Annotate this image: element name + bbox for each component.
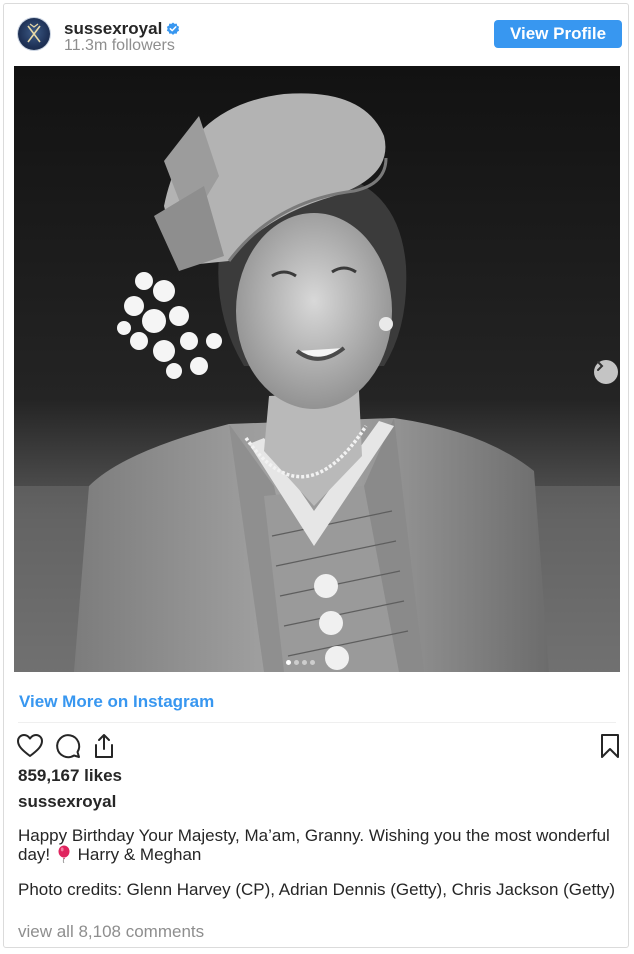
balloon-icon [58,845,70,863]
carousel-dot [302,660,307,665]
bookmark-icon[interactable] [596,732,624,760]
chevron-right-icon [597,361,604,371]
like-count[interactable]: 859,167 likes [18,766,122,786]
carousel-dot [310,660,315,665]
view-profile-button[interactable]: View Profile [494,20,622,48]
post-image[interactable] [14,66,620,672]
caption-text: Happy Birthday Your Majesty, Ma’am, Gran… [18,826,614,864]
verified-badge-icon [167,22,180,35]
caption-username[interactable]: sussexroyal [18,792,116,812]
carousel-next-button[interactable] [594,360,618,384]
share-icon[interactable] [90,732,118,760]
photo-credits: Photo credits: Glenn Harvey (CP), Adrian… [18,880,616,899]
comment-icon[interactable] [54,732,82,760]
carousel-dot [294,660,299,665]
profile-username[interactable]: sussexroyal [64,19,162,39]
caption-text-part2: Harry & Meghan [72,845,202,864]
instagram-embed-card: sussexroyal 11.3m followers View Profile [3,3,629,948]
portrait-photo [14,66,620,672]
follower-count: 11.3m followers [64,37,175,54]
avatar[interactable] [18,18,50,50]
royal-cypher-icon [27,23,41,43]
view-comments-link[interactable]: view all 8,108 comments [18,922,204,942]
carousel-dots [286,660,315,665]
divider [18,722,616,723]
action-bar [16,732,619,760]
view-more-link[interactable]: View More on Instagram [19,692,214,712]
heart-icon[interactable] [16,732,44,760]
post-header: sussexroyal 11.3m followers View Profile [18,17,622,57]
username-row: sussexroyal [64,19,180,39]
carousel-dot-active [286,660,291,665]
